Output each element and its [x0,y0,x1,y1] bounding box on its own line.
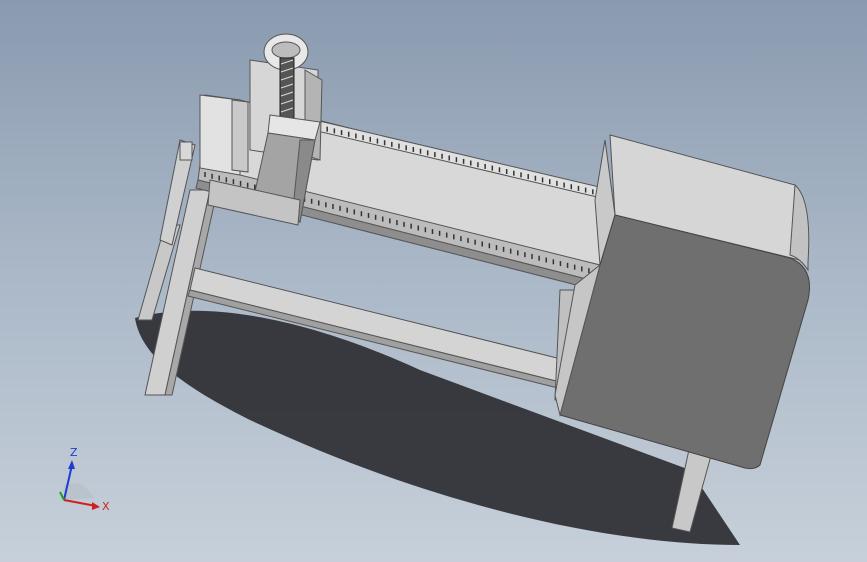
axis-triad: Z X [59,446,110,513]
x-axis-icon [63,499,97,507]
triad-xy-plane [64,483,94,500]
left-end-plate-inner [231,99,249,173]
graphics-viewport[interactable]: Z X [0,0,867,562]
motor-cap-ring [271,41,301,59]
z-arrowhead-icon [68,460,75,469]
clamp-block [179,141,193,161]
x-axis-label: X [102,500,110,513]
z-axis-label: Z [70,446,78,459]
y-axis-icon [59,491,65,501]
x-arrowhead-icon [92,502,100,510]
model-scene[interactable] [0,0,867,562]
